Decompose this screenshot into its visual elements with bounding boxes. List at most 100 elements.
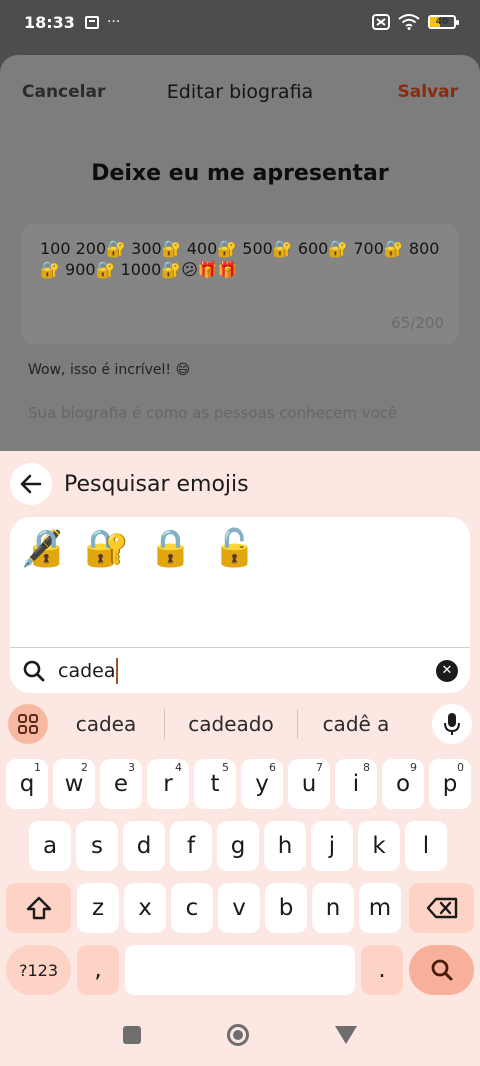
- key-p[interactable]: p0: [429, 759, 471, 809]
- key-x[interactable]: x: [124, 883, 166, 933]
- emoji-result-item[interactable]: 🔒: [148, 527, 193, 571]
- key-s[interactable]: s: [76, 821, 118, 871]
- emoji-search-input[interactable]: cadea ✕: [10, 648, 470, 693]
- system-nav-bar: [0, 1012, 480, 1058]
- key-label: q: [19, 771, 35, 797]
- key-label: o: [395, 771, 411, 797]
- key-label: r: [163, 771, 173, 797]
- key-number-hint: 8: [363, 761, 370, 774]
- key-w[interactable]: w2: [53, 759, 95, 809]
- emoji-results-card: 🔏 🔐 🔒 🔓 cadea ✕: [10, 517, 470, 693]
- save-button[interactable]: Salvar: [398, 82, 458, 102]
- text-caret: [116, 657, 119, 684]
- suggestion-item[interactable]: cadea: [48, 712, 164, 736]
- clear-x-icon[interactable]: ✕: [436, 659, 458, 682]
- key-label: e: [113, 771, 129, 797]
- key-number-hint: 9: [410, 761, 417, 774]
- key-i[interactable]: i8: [335, 759, 377, 809]
- key-label: y: [255, 771, 269, 797]
- key-d[interactable]: d: [123, 821, 165, 871]
- key-number-hint: 0: [457, 761, 464, 774]
- key-c[interactable]: c: [171, 883, 213, 933]
- key-r[interactable]: r4: [147, 759, 189, 809]
- search-icon: [431, 959, 452, 981]
- grid-apps-icon[interactable]: [8, 704, 48, 744]
- key-label: p: [442, 771, 458, 797]
- comma-key[interactable]: ,: [77, 945, 119, 995]
- bio-text: 100 200🔐 300🔐 400🔐 500🔐 600🔐 700🔐 800 🔐 …: [40, 239, 440, 279]
- key-label: u: [301, 771, 317, 797]
- backspace-icon: [426, 897, 457, 919]
- key-b[interactable]: b: [265, 883, 307, 933]
- status-bar: 18:33 ··· 40: [0, 0, 480, 44]
- bio-char-counter: 65/200: [391, 314, 444, 332]
- key-number-hint: 4: [175, 761, 182, 774]
- back-nav-button[interactable]: [335, 1026, 357, 1044]
- key-h[interactable]: h: [264, 821, 306, 871]
- shift-key[interactable]: [6, 883, 71, 933]
- key-e[interactable]: e3: [100, 759, 142, 809]
- emoji-result-item[interactable]: 🔓: [212, 527, 257, 571]
- more-notifications: ···: [106, 14, 121, 30]
- key-a[interactable]: a: [29, 821, 71, 871]
- emoji-search-title: Pesquisar emojis: [64, 471, 249, 497]
- key-n[interactable]: n: [312, 883, 354, 933]
- key-number-hint: 1: [34, 761, 41, 774]
- key-t[interactable]: t5: [194, 759, 236, 809]
- on-screen-keyboard: q1w2e3r4t5y6u7i8o9p0 asdfghjkl zxcvbnm ?…: [0, 759, 480, 1007]
- key-o[interactable]: o9: [382, 759, 424, 809]
- home-button[interactable]: [227, 1024, 249, 1046]
- search-key[interactable]: [409, 945, 474, 995]
- microphone-icon[interactable]: [432, 704, 472, 744]
- intro-heading: Deixe eu me apresentar: [91, 161, 389, 186]
- key-label: w: [64, 771, 84, 797]
- suggestion-strip: cadea cadeado cadê a: [0, 699, 480, 749]
- key-v[interactable]: v: [218, 883, 260, 933]
- shift-arrow-icon: [26, 896, 51, 920]
- recent-apps-button[interactable]: [123, 1026, 141, 1044]
- cancel-button[interactable]: Cancelar: [22, 82, 105, 102]
- emoji-result-item[interactable]: 🔏: [20, 527, 65, 571]
- space-key[interactable]: [125, 945, 355, 995]
- key-k[interactable]: k: [358, 821, 400, 871]
- key-number-hint: 6: [269, 761, 276, 774]
- notification-box-icon: [84, 15, 99, 29]
- hint-bio: Sua biografia é como as pessoas conhecem…: [28, 404, 398, 422]
- symbols-key[interactable]: ?123: [6, 945, 71, 995]
- key-label: t: [210, 771, 220, 797]
- key-z[interactable]: z: [77, 883, 119, 933]
- search-icon: [23, 660, 45, 681]
- suggestion-item[interactable]: cadeado: [165, 712, 297, 736]
- emoji-result-item[interactable]: 🔐: [84, 527, 129, 571]
- key-j[interactable]: j: [311, 821, 353, 871]
- keyboard-row-2: asdfghjkl: [0, 821, 480, 875]
- key-u[interactable]: u7: [288, 759, 330, 809]
- bio-textarea[interactable]: 100 200🔐 300🔐 400🔐 500🔐 600🔐 700🔐 800 🔐 …: [22, 224, 458, 344]
- status-time: 18:33: [24, 12, 75, 32]
- emoji-search-panel: Pesquisar emojis 🔏 🔐 🔒 🔓 cadea ✕ cadea c…: [0, 451, 480, 1066]
- key-number-hint: 7: [316, 761, 323, 774]
- keyboard-row-4: ?123 , .: [0, 945, 480, 999]
- back-button[interactable]: [10, 463, 52, 505]
- backspace-key[interactable]: [409, 883, 474, 933]
- emoji-results: 🔏 🔐 🔒 🔓: [10, 517, 470, 581]
- key-number-hint: 5: [222, 761, 229, 774]
- key-y[interactable]: y6: [241, 759, 283, 809]
- suggestion-item[interactable]: cadê a: [298, 712, 414, 736]
- battery-level: 40: [435, 17, 449, 27]
- keyboard-row-1: q1w2e3r4t5y6u7i8o9p0: [0, 759, 480, 813]
- period-key[interactable]: .: [361, 945, 403, 995]
- battery-icon: 40: [428, 15, 459, 29]
- key-g[interactable]: g: [217, 821, 259, 871]
- key-m[interactable]: m: [359, 883, 401, 933]
- sim-off-icon: [372, 14, 390, 30]
- key-number-hint: 2: [81, 761, 88, 774]
- keyboard-row-3: zxcvbnm: [0, 883, 480, 937]
- key-l[interactable]: l: [405, 821, 447, 871]
- key-f[interactable]: f: [170, 821, 212, 871]
- key-number-hint: 3: [128, 761, 135, 774]
- edit-bio-sheet: Cancelar Editar biografia Salvar Deixe e…: [0, 55, 480, 455]
- sheet-header: Cancelar Editar biografia Salvar: [0, 55, 480, 129]
- arrow-left-icon: [20, 474, 42, 494]
- key-q[interactable]: q1: [6, 759, 48, 809]
